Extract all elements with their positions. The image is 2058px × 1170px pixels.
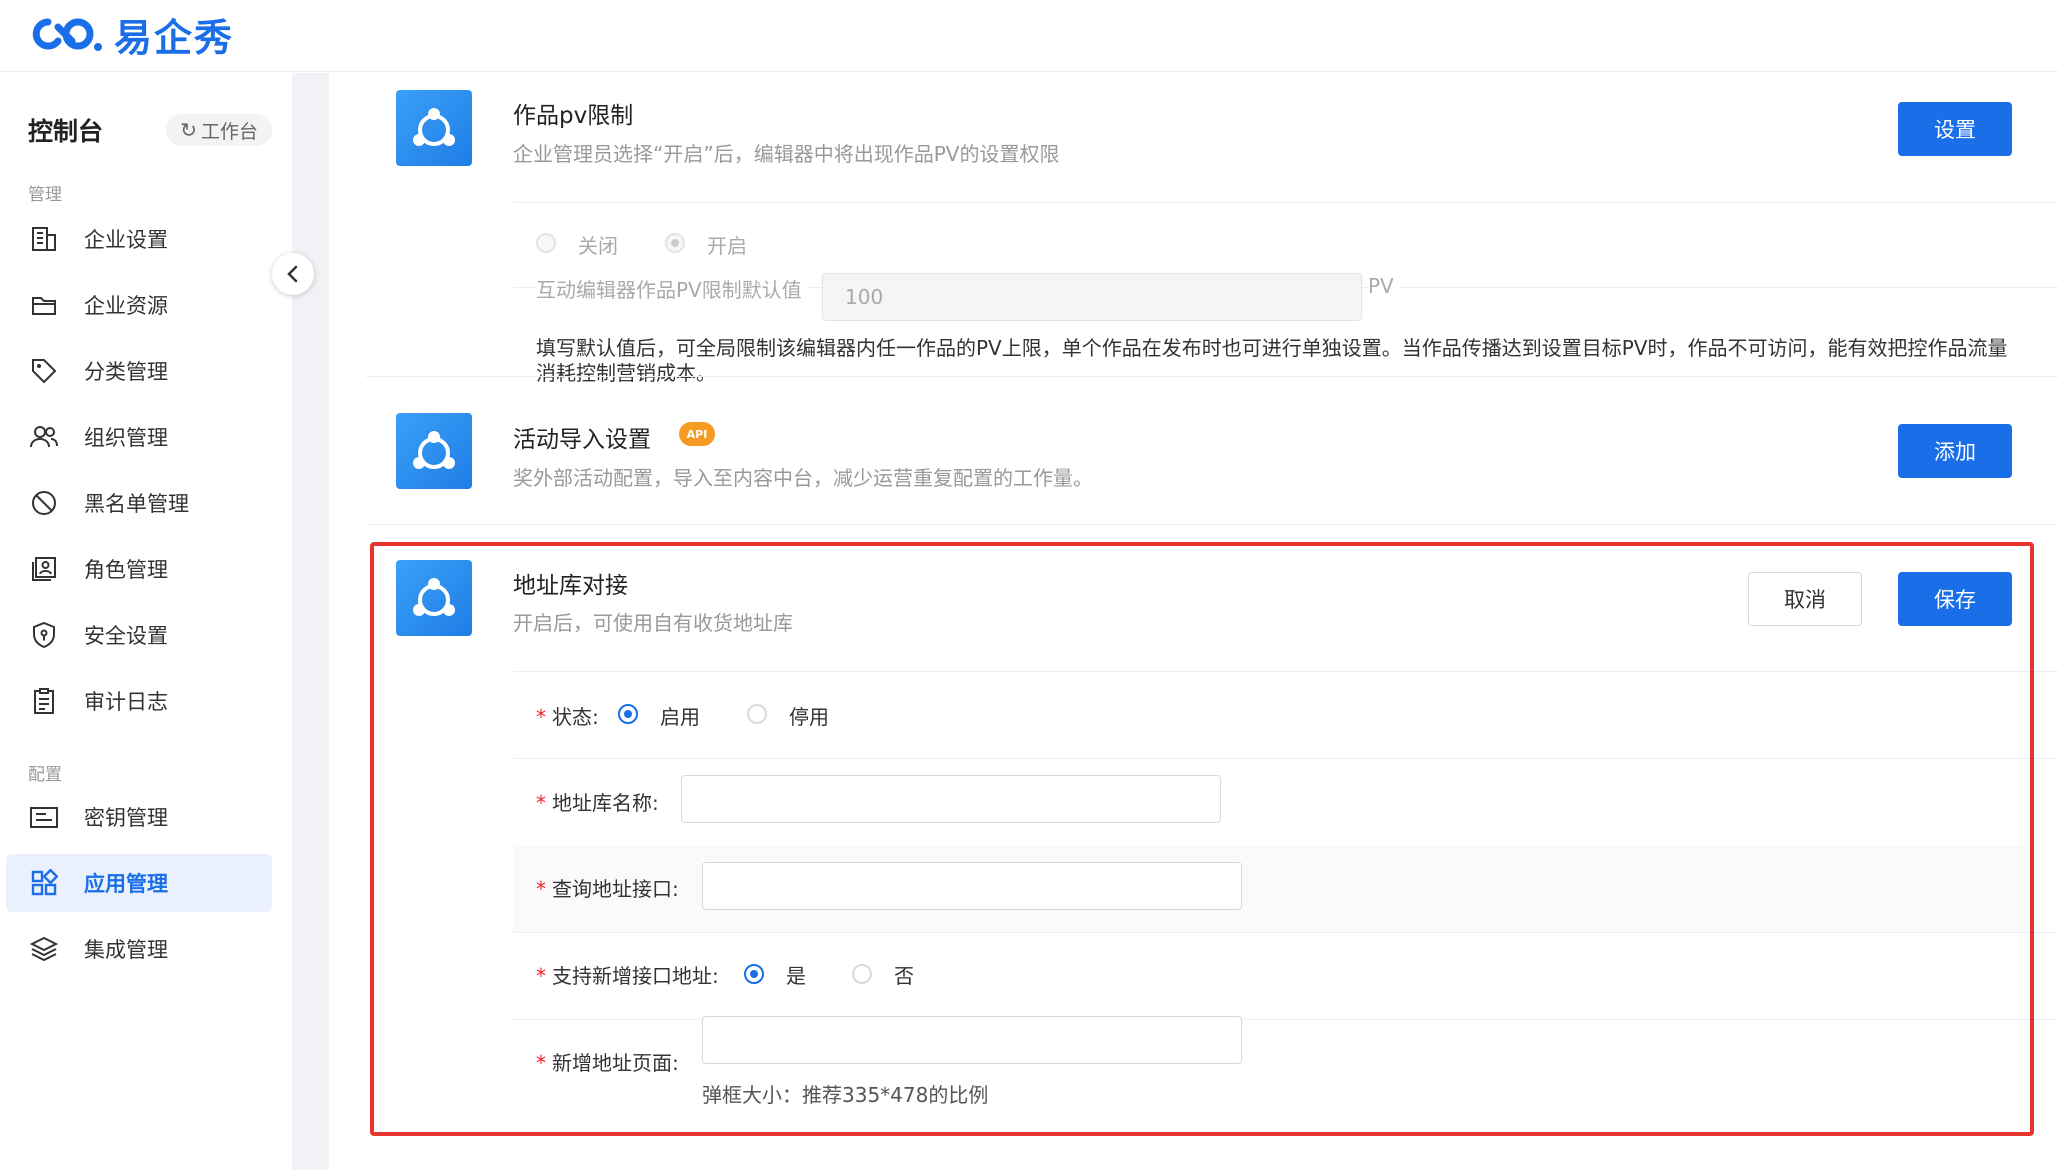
- sidebar-item-label: 组织管理: [84, 426, 168, 450]
- sidebar-item-audit-log[interactable]: 审计日志: [6, 672, 272, 730]
- sidebar-item-label: 分类管理: [84, 360, 168, 384]
- sidebar-group-config: 配置: [28, 765, 62, 785]
- pv-radio-off-label: 关闭: [578, 234, 618, 258]
- sidebar-title: 控制台: [28, 117, 104, 146]
- sidebar-item-label: 企业设置: [84, 228, 168, 252]
- logo-mark-icon: [32, 18, 102, 51]
- pv-radio-on-label: 开启: [707, 234, 747, 258]
- sidebar-header: 控制台 ↻ 工作台: [28, 112, 272, 148]
- key-card-icon: [28, 801, 60, 833]
- sidebar-item-category[interactable]: 分类管理: [6, 342, 272, 400]
- app-icon-activity: [396, 413, 472, 489]
- brand-name: 易企秀: [114, 15, 235, 60]
- role-icon: [28, 553, 60, 585]
- building-icon: [28, 223, 60, 255]
- pv-radio-on[interactable]: [665, 233, 685, 253]
- sidebar-item-app-management[interactable]: 应用管理: [6, 854, 272, 912]
- top-bar: 易企秀: [0, 0, 2058, 72]
- layers-icon: [28, 933, 60, 965]
- pv-note: 填写默认值后，可全局限制该编辑器内任一作品的PV上限，单个作品在发布时也可进行单…: [536, 336, 2008, 385]
- card-title-pv: 作品pv限制: [513, 103, 634, 129]
- sidebar-item-keys[interactable]: 密钥管理: [6, 788, 272, 846]
- app-icon-pv: [396, 90, 472, 166]
- sidebar-item-label: 黑名单管理: [84, 492, 189, 516]
- sidebar-collapse-button[interactable]: [272, 253, 314, 295]
- ban-icon: [28, 487, 60, 519]
- tag-icon: [28, 355, 60, 387]
- workbench-label: 工作台: [200, 120, 258, 143]
- apps-icon: [28, 867, 60, 899]
- highlight-frame: [370, 542, 2034, 1136]
- sidebar-item-label: 安全设置: [84, 624, 168, 648]
- divider: [513, 202, 2058, 203]
- sidebar-gutter: [292, 73, 329, 1170]
- refresh-icon: ↻: [180, 118, 197, 142]
- sidebar-item-label: 密钥管理: [84, 806, 168, 830]
- sidebar-item-enterprise-resources[interactable]: 企业资源: [6, 276, 272, 334]
- pv-default-label: 互动编辑器作品PV限制默认值: [536, 274, 808, 303]
- pv-radio-off[interactable]: [536, 233, 556, 253]
- api-badge: API: [679, 422, 715, 446]
- sidebar-item-security[interactable]: 安全设置: [6, 606, 272, 664]
- sidebar-item-label: 应用管理: [84, 872, 168, 896]
- folder-icon: [28, 289, 60, 321]
- chevron-left-icon: [287, 265, 298, 283]
- sidebar-item-enterprise-settings[interactable]: 企业设置: [6, 210, 272, 268]
- sidebar-group-manage: 管理: [28, 185, 62, 205]
- pv-unit: PV: [1368, 274, 1400, 298]
- sidebar-item-integration[interactable]: 集成管理: [6, 920, 272, 978]
- sidebar-item-organization[interactable]: 组织管理: [6, 408, 272, 466]
- clipboard-icon: [28, 685, 60, 717]
- pv-default-input[interactable]: 100: [822, 273, 1362, 321]
- divider: [366, 524, 2058, 525]
- sidebar-item-label: 企业资源: [84, 294, 168, 318]
- sidebar-item-label: 审计日志: [84, 690, 168, 714]
- pv-settings-button[interactable]: 设置: [1898, 102, 2012, 156]
- shield-icon: [28, 619, 60, 651]
- users-icon: [28, 421, 60, 453]
- share-nodes-icon: [413, 108, 455, 146]
- sidebar-item-roles[interactable]: 角色管理: [6, 540, 272, 598]
- sidebar-item-label: 角色管理: [84, 558, 168, 582]
- card-desc-activity: 奖外部活动配置，导入至内容中台，减少运营重复配置的工作量。: [513, 466, 1093, 490]
- share-nodes-icon: [413, 431, 455, 469]
- card-desc-pv: 企业管理员选择“开启”后，编辑器中将出现作品PV的设置权限: [513, 142, 1060, 166]
- sidebar-item-label: 集成管理: [84, 938, 168, 962]
- workbench-button[interactable]: ↻ 工作台: [166, 114, 272, 146]
- divider: [366, 376, 2058, 377]
- brand-logo[interactable]: 易企秀: [28, 8, 234, 60]
- activity-add-button[interactable]: 添加: [1898, 424, 2012, 478]
- sidebar-item-blacklist[interactable]: 黑名单管理: [6, 474, 272, 532]
- card-title-activity: 活动导入设置: [513, 427, 651, 453]
